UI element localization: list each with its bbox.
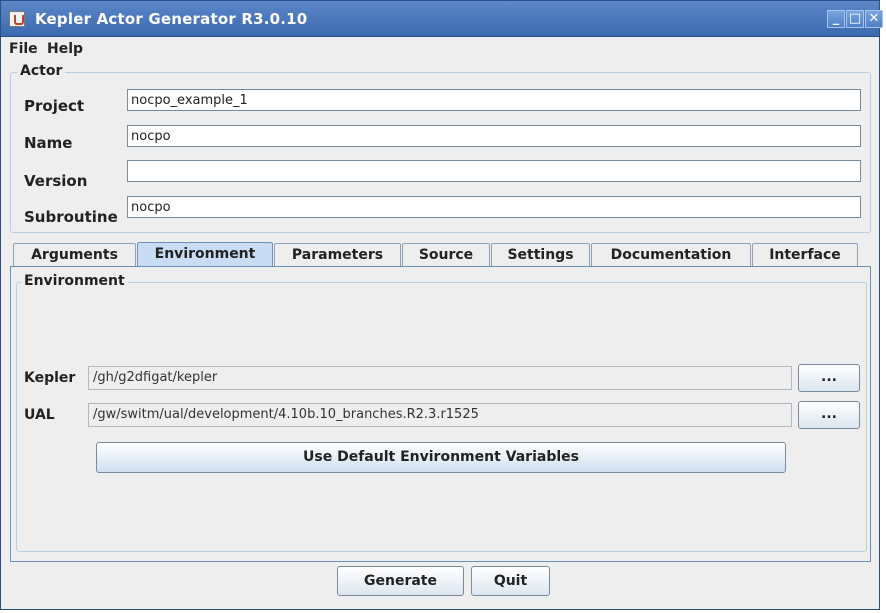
ual-path-field[interactable]: /gw/switm/ual/development/4.10b.10_branc… [88,403,792,427]
project-field[interactable] [127,89,861,111]
project-label: Project [24,97,85,115]
kepler-path-field[interactable]: /gh/g2dfigat/kepler [88,366,792,390]
menu-help[interactable]: Help [47,41,83,57]
java-app-icon [9,11,25,27]
actor-group-title: Actor [17,63,66,79]
quit-button[interactable]: Quit [471,566,550,596]
version-field[interactable] [127,160,861,182]
tab-environment[interactable]: Environment [137,242,273,268]
menu-bar: File Help [1,37,879,61]
subroutine-label: Subroutine [24,208,118,226]
maximize-icon[interactable]: □ [846,10,864,28]
use-default-env-button[interactable]: Use Default Environment Variables [96,442,786,473]
menu-file[interactable]: File [9,41,38,57]
generate-button[interactable]: Generate [337,566,464,596]
subroutine-field[interactable] [127,196,861,218]
environment-group-title: Environment [21,273,128,289]
tab-documentation[interactable]: Documentation [591,243,751,267]
name-label: Name [24,134,73,152]
tab-parameters[interactable]: Parameters [274,243,401,267]
ual-label: UAL [24,407,55,423]
window-title: Kepler Actor Generator R3.0.10 [35,10,308,28]
app-window: Kepler Actor Generator R3.0.10 _ □ ✕ Fil… [0,0,883,610]
tab-arguments[interactable]: Arguments [13,243,136,267]
version-label: Version [24,172,88,190]
minimize-icon[interactable]: _ [827,10,845,28]
name-field[interactable] [127,125,861,147]
title-bar[interactable]: Kepler Actor Generator R3.0.10 _ □ ✕ [1,1,883,37]
kepler-label: Kepler [24,370,76,386]
tab-interface[interactable]: Interface [752,243,858,267]
kepler-browse-button[interactable]: ... [798,364,860,392]
ual-browse-button[interactable]: ... [798,401,860,429]
close-icon[interactable]: ✕ [865,10,883,28]
tab-settings[interactable]: Settings [491,243,590,267]
tab-source[interactable]: Source [402,243,490,267]
